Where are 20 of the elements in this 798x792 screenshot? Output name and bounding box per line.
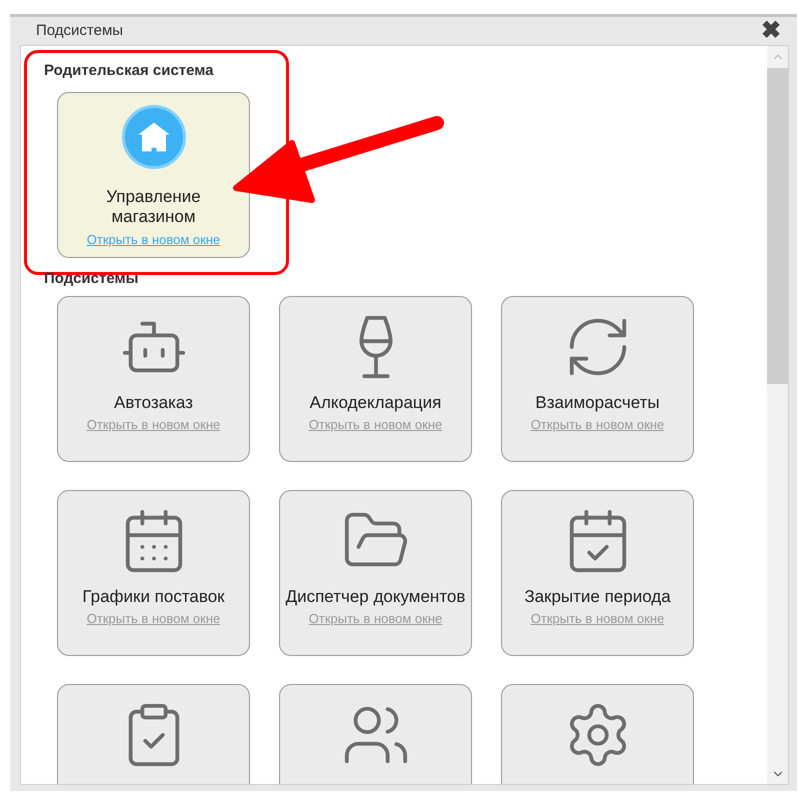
tile-title: Закрытие периода [524,587,671,607]
tile-title: Управление магазином [105,187,202,227]
tile-title: Алкодекларация [310,393,442,413]
tile-title: Диспетчер документов [286,587,466,607]
close-button[interactable]: ✖ [761,19,781,43]
scrollbar[interactable] [767,46,788,784]
tile-title: Автозаказ [114,393,193,413]
subsystem-tile[interactable]: Взаиморасчеты Открыть в новом окне [501,296,694,462]
subsystem-tile[interactable]: Графики поставок Открыть в новом окне [57,490,250,656]
window-title: Подсистемы [36,20,124,41]
subsystem-tile[interactable]: Диспетчер документов Открыть в новом окне [279,490,472,656]
parent-system-tile[interactable]: Управление магазином Открыть в новом окне [57,92,250,258]
tile-title: Графики поставок [82,587,225,607]
subsystem-tile[interactable]: Закрытие периода Открыть в новом окне [501,490,694,656]
tile-title: Взаиморасчеты [535,393,660,413]
scrollbar-thumb[interactable] [767,68,788,384]
section-heading: Родительская система [44,61,215,81]
subsystem-tile[interactable]: Алкодекларация Открыть в новом окне [279,296,472,462]
section-heading: Подсистемы [44,269,140,289]
subsystem-tile[interactable]: Автозаказ Открыть в новом окне [57,296,250,462]
